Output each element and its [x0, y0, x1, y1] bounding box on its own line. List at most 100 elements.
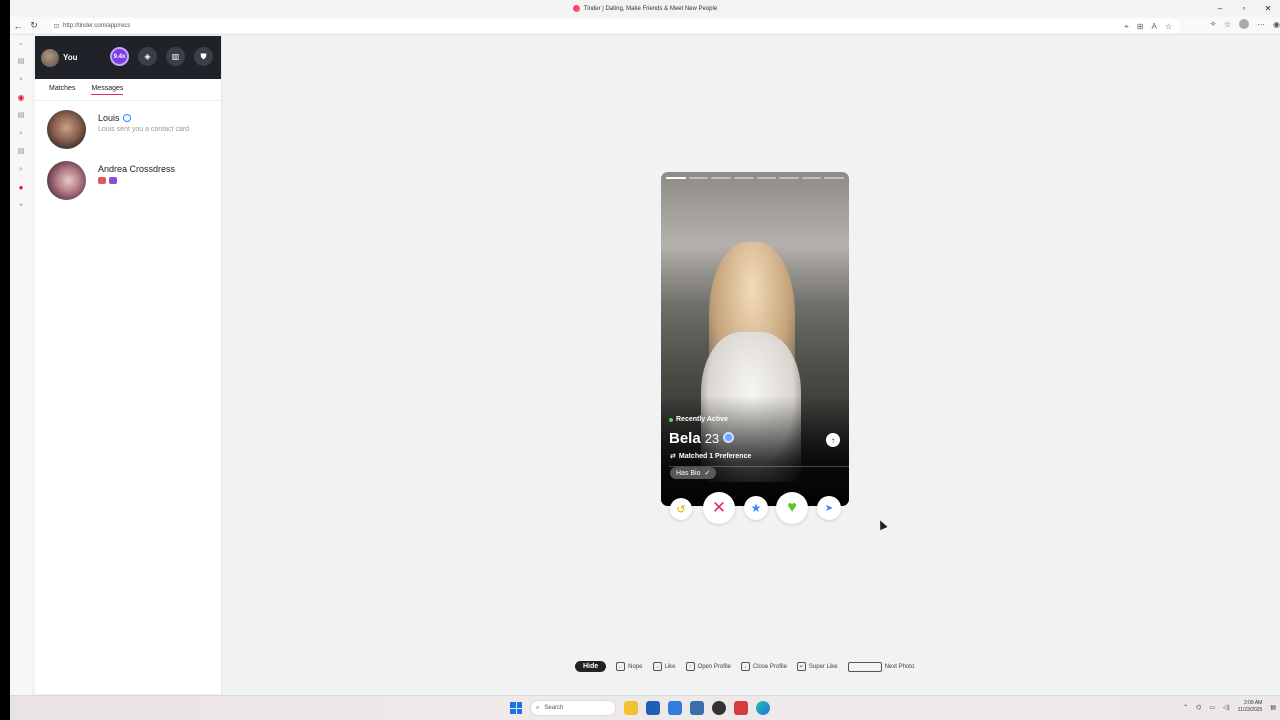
- sliders-icon: ⇄: [670, 453, 676, 460]
- profile-card[interactable]: Recently Active Bela 23 ↑ ⇄ Matched 1 Pr…: [661, 172, 849, 506]
- collapse-chevron-icon[interactable]: ⌄: [18, 39, 24, 49]
- tab-icon[interactable]: ▤: [18, 147, 25, 157]
- photo-progress-bars: [666, 177, 844, 179]
- search-placeholder: Search: [544, 705, 564, 711]
- profile-name-row: Bela 23: [669, 430, 735, 447]
- star-icon: ★: [750, 501, 762, 515]
- back-icon[interactable]: ←: [10, 21, 26, 31]
- network-icon[interactable]: ⌬: [1196, 704, 1201, 711]
- preference-match: ⇄ Matched 1 Preference: [670, 452, 752, 461]
- tinder-tab-icon[interactable]: ●: [19, 183, 24, 193]
- read-aloud-icon[interactable]: A: [1151, 22, 1156, 32]
- start-windows-icon[interactable]: [510, 702, 522, 714]
- apps-icon[interactable]: ⊞: [1137, 22, 1144, 32]
- profile-name: Bela: [669, 430, 701, 447]
- photo-indicator: [733, 177, 754, 179]
- store-icon[interactable]: [646, 701, 660, 715]
- heart-icon: ♥: [787, 499, 797, 516]
- clock[interactable]: 2:09 AM 11/23/2025: [1238, 700, 1263, 714]
- nope-button[interactable]: ✕: [703, 492, 735, 524]
- preference-text: Matched 1 Preference: [678, 452, 752, 460]
- down-arrow-key-icon: ↓: [740, 662, 750, 671]
- tab-icon[interactable]: ▤: [18, 111, 25, 121]
- record-tab-icon[interactable]: ◉: [18, 93, 25, 103]
- conversation-item-andrea[interactable]: Andrea Crossdress: [35, 152, 221, 203]
- browser-title-bar: Tinder | Dating, Make Friends & Meet New…: [10, 0, 1280, 17]
- location-icon[interactable]: ⌖: [1124, 22, 1129, 32]
- avatar: [47, 161, 86, 200]
- activity-status: Recently Active: [669, 416, 728, 423]
- new-tab-icon[interactable]: +: [19, 201, 23, 211]
- shortcut-nope: ← Nope: [616, 662, 643, 671]
- safety-shield-icon[interactable]: ⛊: [194, 47, 213, 66]
- photo-indicator: [801, 177, 822, 179]
- shortcut-like: → Like: [652, 662, 676, 671]
- conversation-name-row: Louis: [98, 113, 189, 123]
- photo-indicator: [711, 177, 731, 179]
- display-icon[interactable]: ▭: [1209, 704, 1215, 711]
- notifications-icon[interactable]: ▤: [1270, 704, 1276, 711]
- super-like-button[interactable]: ★: [744, 496, 768, 520]
- file-explorer-icon[interactable]: [624, 701, 638, 715]
- emoji-icon: [98, 177, 106, 184]
- emoji-preview: [98, 177, 175, 184]
- app-icon[interactable]: [712, 701, 726, 715]
- windows-taskbar: ⌕ Search ⌃ ⌬ ▭ ◁) 2:09 AM 11/23/2025 ▤: [10, 695, 1280, 720]
- system-tray: ⌃ ⌬ ▭ ◁) 2:09 AM 11/23/2025 ▤: [1183, 700, 1276, 714]
- app-icon[interactable]: [734, 701, 748, 715]
- minimize-icon[interactable]: –: [1208, 0, 1232, 17]
- favorites-icon[interactable]: ☆: [1224, 20, 1231, 29]
- tray-chevron-icon[interactable]: ⌃: [1183, 704, 1188, 711]
- window-title: Tinder | Dating, Make Friends & Meet New…: [572, 5, 717, 12]
- right-arrow-key-icon: →: [652, 662, 662, 671]
- explore-compass-icon[interactable]: ◈: [138, 47, 157, 66]
- more-menu-icon[interactable]: ⋯: [1257, 20, 1265, 29]
- taskbar-search[interactable]: ⌕ Search: [530, 700, 616, 716]
- rewind-button[interactable]: ↺: [670, 498, 692, 520]
- profile-age: 23: [704, 431, 720, 446]
- conversation-body: Andrea Crossdress: [98, 161, 175, 184]
- copilot-icon[interactable]: ◉: [1273, 20, 1280, 29]
- tinder-flame-icon: [572, 5, 580, 12]
- site-info-icon[interactable]: ⊡: [54, 23, 59, 30]
- app-icon[interactable]: [690, 701, 704, 715]
- edge-browser-icon[interactable]: [756, 701, 770, 715]
- favorite-star-icon[interactable]: ☆: [1165, 22, 1172, 32]
- url-field[interactable]: ⊡ http://tinder.com/app/recs ⌖ ⊞ A ☆: [50, 19, 1180, 33]
- bio-badge-label: Has Bio: [676, 469, 701, 477]
- search-tab-icon[interactable]: ⌕: [19, 129, 23, 139]
- volume-icon[interactable]: ◁): [1223, 704, 1230, 711]
- profile-avatar-icon[interactable]: [1239, 19, 1250, 29]
- send-button[interactable]: ➤: [817, 496, 841, 520]
- hide-shortcuts-button[interactable]: Hide: [575, 661, 607, 672]
- my-profile-label[interactable]: You: [63, 53, 78, 62]
- header-actions: 9.4x ◈ ▥ ⛊: [110, 47, 213, 66]
- photo-indicator: [824, 177, 844, 179]
- clock-date: 11/23/2025: [1237, 707, 1263, 713]
- tab-matches[interactable]: Matches: [49, 85, 75, 94]
- bio-badge: Has Bio ✓: [670, 467, 717, 479]
- reload-icon[interactable]: ↻: [26, 20, 42, 31]
- shortcut-label: Like: [664, 663, 676, 670]
- outlook-icon[interactable]: [668, 701, 682, 715]
- boost-button[interactable]: 9.4x: [110, 47, 129, 66]
- open-profile-arrow-icon[interactable]: ↑: [826, 433, 840, 447]
- shop-bag-icon[interactable]: ▥: [166, 47, 185, 66]
- conversation-item-louis[interactable]: Louis Louis sent you a contact card: [35, 101, 221, 152]
- tab-icon[interactable]: ▤: [18, 57, 25, 67]
- close-window-icon[interactable]: ✕: [1256, 0, 1280, 17]
- like-button[interactable]: ♥: [776, 492, 808, 524]
- conversation-body: Louis Louis sent you a contact card: [98, 110, 189, 133]
- search-tab-icon[interactable]: ⌕: [19, 75, 23, 85]
- paper-plane-icon: ➤: [824, 502, 834, 514]
- maximize-icon[interactable]: ▫: [1232, 0, 1256, 17]
- sidebar-tabs: Matches Messages: [35, 79, 221, 101]
- search-tab-icon[interactable]: ⌕: [19, 165, 23, 175]
- my-avatar[interactable]: [41, 48, 59, 67]
- search-icon: ⌕: [536, 704, 540, 711]
- tab-messages[interactable]: Messages: [91, 85, 124, 95]
- extensions-icon[interactable]: ⟡: [1211, 19, 1216, 29]
- taskbar-apps: ⌕ Search: [510, 700, 770, 716]
- sidebar-header: You 9.4x ◈ ▥ ⛊: [35, 36, 221, 79]
- boost-multiplier: 9.4x: [113, 53, 126, 60]
